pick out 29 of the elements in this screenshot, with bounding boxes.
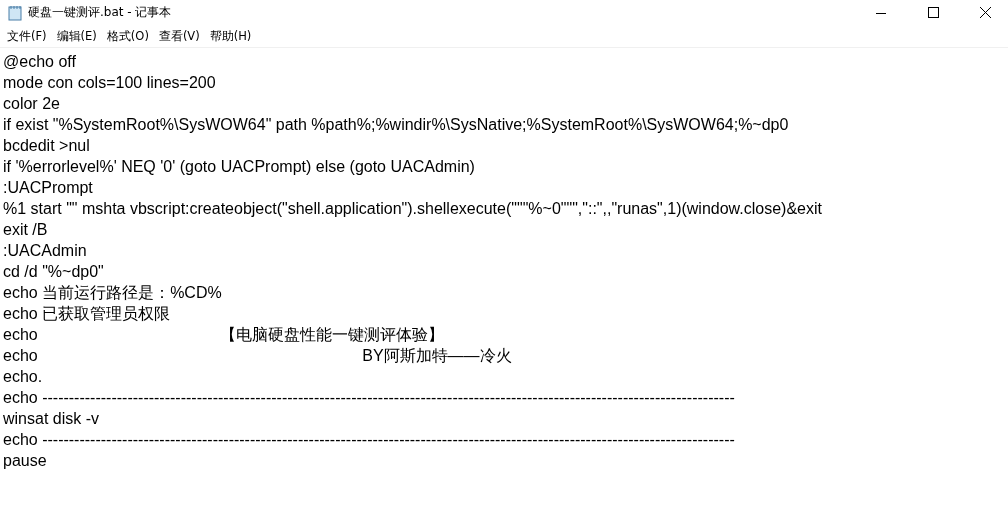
code-line: echo BY阿斯加特——冷火	[3, 346, 513, 366]
notepad-icon	[8, 4, 22, 21]
code-line: color 2e	[3, 94, 61, 114]
menu-item[interactable]: 查看(V)	[153, 28, 205, 44]
code-line: @echo off	[3, 52, 77, 72]
maximize-icon	[927, 7, 939, 18]
code-line: mode con cols=100 lines=200	[3, 73, 217, 93]
close-icon	[979, 7, 991, 18]
code-line: echo ----------------------------------------------------------------------------------------------------------------------------------	[3, 430, 736, 450]
code-line: pause	[3, 451, 48, 471]
menu-item[interactable]: 帮助(H)	[204, 28, 257, 44]
code-line: echo.	[3, 367, 44, 387]
code-line: echo 【电脑硬盘性能一键测评体验】	[3, 325, 445, 345]
code-line: bcdedit >nul	[3, 136, 91, 156]
code-line: winsat disk -v	[3, 409, 101, 429]
code-line: if exist "%SystemRoot%\SysWOW64" path %path%;%windir%\SysNative;%SystemRoot%\SysWOW64;%~dp0	[3, 115, 790, 135]
menu-item[interactable]: 文件(F)	[2, 28, 52, 44]
code-line: if '%errorlevel%' NEQ '0' (goto UACPrompt) else (goto UACAdmin)	[3, 157, 476, 177]
code-line: cd /d "%~dp0"	[3, 262, 105, 282]
code-line: :UACPrompt	[3, 178, 94, 198]
code-line: echo 已获取管理员权限	[3, 304, 172, 324]
code-line: %1 start "" mshta vbscript:createobject("shell.application").shellexecute("""%~0""","::",,"runas",1)(window.close)&exit	[3, 199, 823, 219]
code-line: :UACAdmin	[3, 241, 88, 261]
code-line: exit /B	[3, 220, 49, 240]
menu-item[interactable]: 格式(O)	[101, 28, 154, 44]
window-title: 硬盘一键测评.bat - 记事本	[28, 4, 173, 21]
menu-item[interactable]: 编辑(E)	[51, 28, 102, 44]
code-line: echo 当前运行路径是：%CD%	[3, 283, 223, 303]
code-line: echo ----------------------------------------------------------------------------------------------------------------------------------	[3, 388, 736, 408]
